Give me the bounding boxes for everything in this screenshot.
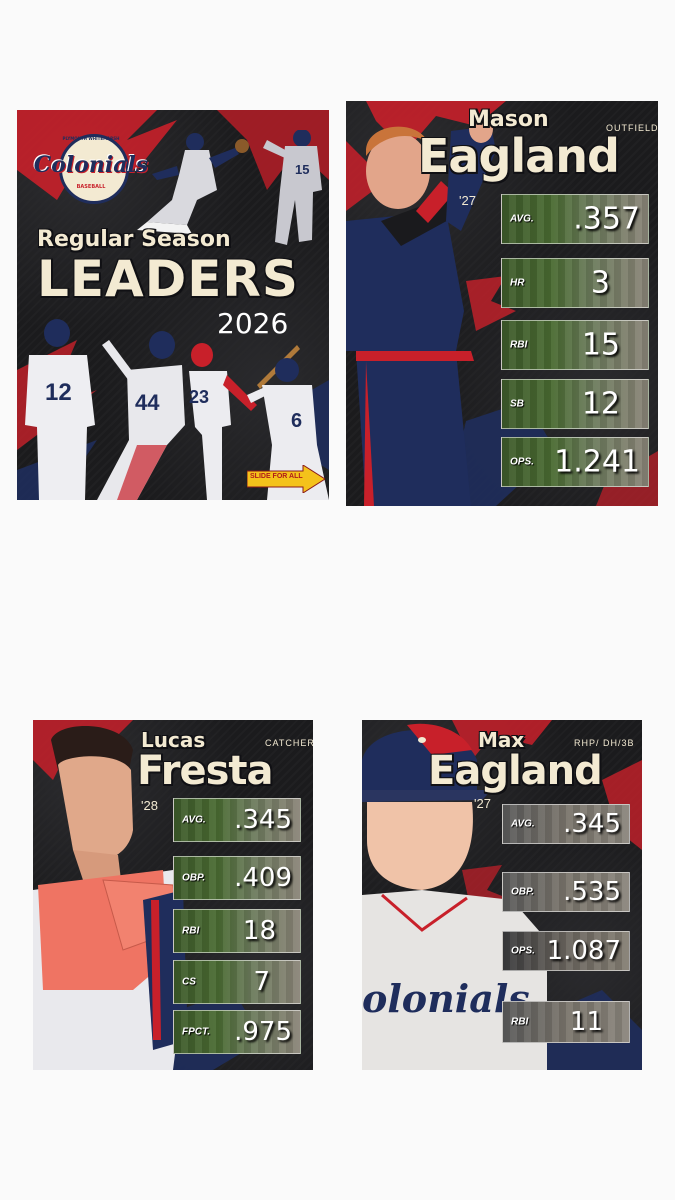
logo-arc-bottom: BASEBALL	[76, 184, 106, 190]
stat-row: FPCT. .975	[173, 1010, 301, 1054]
stat-value: .409	[234, 863, 292, 893]
stat-row: AVG. .357	[501, 194, 649, 244]
svg-text:6: 6	[291, 410, 302, 432]
stat-label: HR	[510, 277, 525, 289]
stat-value: 18	[242, 916, 276, 946]
slide-for-all-arrow[interactable]: SLIDE FOR ALL	[247, 465, 325, 493]
stat-label: FPCT.	[182, 1026, 211, 1038]
svg-text:23: 23	[189, 387, 209, 407]
stat-label: OBP.	[182, 872, 206, 884]
stat-row: AVG. .345	[173, 798, 301, 842]
stat-value: 12	[581, 386, 620, 422]
stat-row: RBI 15	[501, 320, 649, 370]
last-name: Eagland	[418, 129, 620, 183]
stat-label: RBI	[510, 339, 528, 351]
stat-label: AVG.	[510, 213, 534, 225]
stat-row: OBP. .409	[173, 856, 301, 900]
stat-label: AVG.	[182, 814, 206, 826]
stat-label: CS	[182, 976, 196, 988]
stat-row: OPS. 1.087	[502, 931, 630, 971]
player-card-mason-eagland[interactable]: Mason OUTFIELD Eagland '27 AVG. .357 HR …	[346, 101, 658, 506]
stat-value: .535	[563, 877, 621, 907]
stat-label: OPS.	[510, 456, 534, 468]
stat-value: .357	[573, 201, 640, 237]
stat-row: RBI 11	[502, 1001, 630, 1043]
stat-value: 15	[581, 327, 620, 363]
stat-label: RBI	[182, 925, 200, 937]
position-label: RHP/ DH/3B	[574, 738, 635, 748]
stat-label: AVG.	[511, 818, 535, 830]
stat-value: .975	[234, 1017, 292, 1047]
stat-label: RBI	[511, 1016, 529, 1028]
cover-title-line1: Regular Season	[37, 227, 231, 252]
svg-text:44: 44	[135, 390, 160, 415]
svg-text:12: 12	[45, 379, 72, 406]
slide-label: SLIDE FOR ALL	[250, 473, 303, 480]
class-year: '27	[474, 796, 491, 811]
position-label: CATCHER	[265, 738, 313, 748]
stat-value: 7	[253, 967, 270, 997]
stat-row: SB 12	[501, 379, 649, 429]
last-name: Fresta	[137, 748, 274, 794]
player-card-lucas-fresta[interactable]: Lucas CATCHER Fresta '28 AVG. .345 OBP. …	[33, 720, 313, 1070]
stat-value: 11	[569, 1007, 603, 1037]
stat-row: CS 7	[173, 960, 301, 1004]
player-card-max-eagland[interactable]: olonials Max RHP/ DH/3B Eagland '27 AVG.…	[362, 720, 642, 1070]
stat-row: HR 3	[501, 258, 649, 308]
stat-value: 1.241	[554, 444, 640, 480]
class-year: '27	[459, 193, 476, 208]
stat-row: RBI 18	[173, 909, 301, 953]
stat-value: 3	[590, 265, 610, 301]
stat-label: OBP.	[511, 886, 535, 898]
stat-label: SB	[510, 398, 524, 410]
jersey-number-15: 15	[295, 162, 309, 177]
stat-row: AVG. .345	[502, 804, 630, 844]
last-name: Eagland	[428, 748, 603, 794]
class-year: '28	[141, 798, 158, 813]
cover-title-line2: LEADERS	[37, 250, 299, 308]
stat-value: .345	[234, 805, 292, 835]
stat-row: OBP. .535	[502, 872, 630, 912]
stat-value: 1.087	[546, 936, 621, 966]
cover-card[interactable]: PLYMOUTH WHITEMARSH Colonials BASEBALL 1…	[17, 110, 329, 500]
logo-arc-top: PLYMOUTH WHITEMARSH	[62, 136, 120, 141]
stat-label: OPS.	[511, 945, 535, 957]
stat-value: .345	[563, 809, 621, 839]
stat-row: OPS. 1.241	[501, 437, 649, 487]
